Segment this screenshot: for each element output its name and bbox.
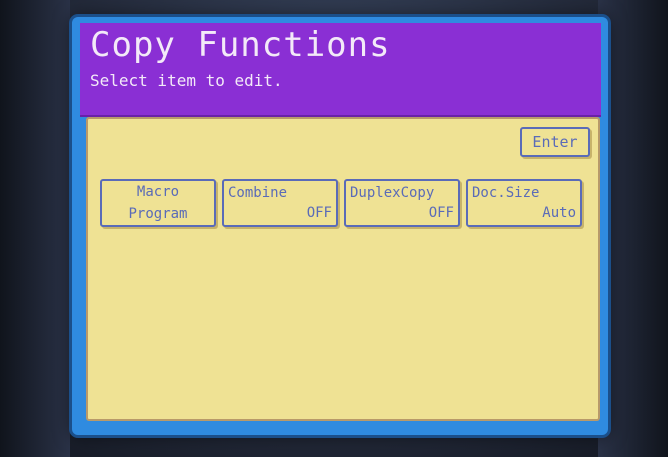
- combine-label: Combine: [228, 185, 288, 201]
- bezel-left: [0, 0, 70, 457]
- combine-value: OFF: [306, 205, 332, 221]
- bezel-right: [598, 0, 668, 457]
- function-panel: Enter Macro Program Combine OFF DuplexCo…: [86, 117, 600, 421]
- macro-program-label: Macro: [136, 184, 180, 200]
- combine-button[interactable]: Combine OFF: [222, 179, 338, 227]
- macro-program-label-2: Program: [128, 206, 188, 222]
- screen-header: Copy Functions Select item to edit.: [80, 23, 601, 117]
- enter-button[interactable]: Enter: [520, 127, 590, 157]
- doc-size-button[interactable]: Doc.Size Auto: [466, 179, 582, 227]
- page-title: Copy Functions: [90, 25, 391, 65]
- duplex-copy-button[interactable]: DuplexCopy OFF: [344, 179, 460, 227]
- device-photo: Copy Functions Select item to edit. Ente…: [0, 0, 668, 457]
- duplex-copy-value: OFF: [428, 205, 454, 221]
- function-button-row: Macro Program Combine OFF DuplexCopy OFF…: [100, 179, 582, 227]
- lcd-screen: Copy Functions Select item to edit. Ente…: [72, 17, 608, 435]
- macro-program-button[interactable]: Macro Program: [100, 179, 216, 227]
- page-subtitle: Select item to edit.: [90, 71, 283, 90]
- doc-size-label: Doc.Size: [472, 185, 540, 201]
- duplex-copy-label: DuplexCopy: [350, 185, 435, 201]
- doc-size-value: Auto: [542, 205, 576, 221]
